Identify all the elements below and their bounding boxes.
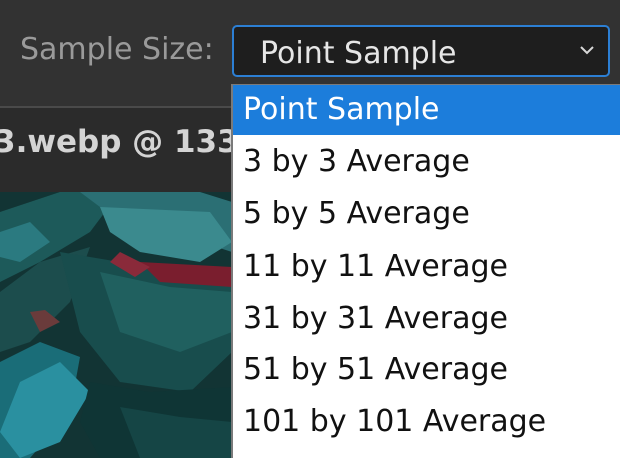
option-5-by-5-average[interactable]: 5 by 5 Average [233,189,620,239]
option-3-by-3-average[interactable]: 3 by 3 Average [233,137,620,187]
sample-size-label: Sample Size: [20,32,214,67]
photoshop-window: Sample Size: Point Sample 3.webp @ 133 P… [0,0,620,458]
sample-size-dropdown-list: Point Sample 3 by 3 Average 5 by 5 Avera… [231,84,620,458]
document-tab[interactable]: 3.webp @ 133 [0,124,239,160]
sample-size-selected-value: Point Sample [260,36,457,71]
sample-size-select[interactable]: Point Sample [232,25,610,77]
document-canvas[interactable] [0,192,232,458]
canvas-image [0,192,232,458]
chevron-down-icon [580,46,594,55]
option-point-sample[interactable]: Point Sample [233,85,620,135]
option-31-by-31-average[interactable]: 31 by 31 Average [233,294,620,344]
option-11-by-11-average[interactable]: 11 by 11 Average [233,242,620,292]
option-101-by-101-average[interactable]: 101 by 101 Average [233,397,620,447]
option-51-by-51-average[interactable]: 51 by 51 Average [233,345,620,395]
